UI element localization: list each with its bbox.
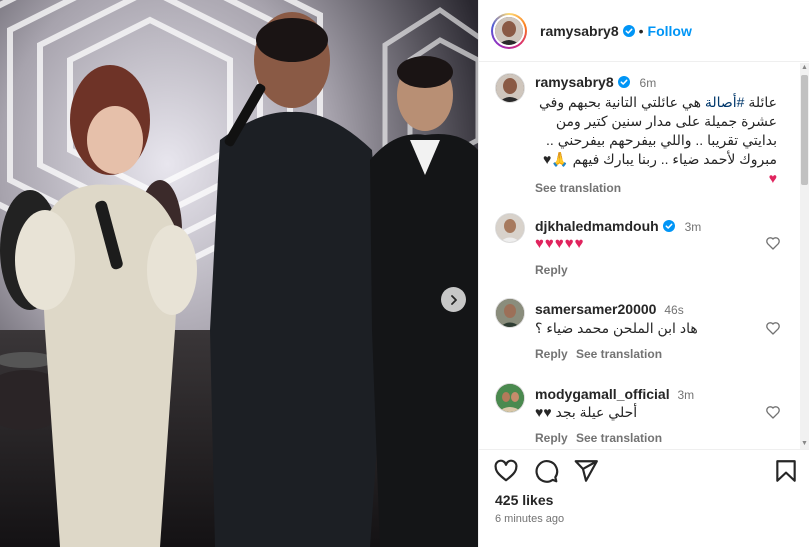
- caption-see-translation[interactable]: See translation: [535, 181, 621, 195]
- verified-badge-icon: [617, 76, 630, 88]
- reply-button[interactable]: Reply: [535, 347, 568, 361]
- comment-time: 3m: [684, 220, 702, 234]
- header-separator: •: [638, 23, 644, 39]
- comments-scrollbar[interactable]: ▲ ▼: [800, 63, 809, 449]
- author-username[interactable]: ramysabry8: [540, 23, 619, 39]
- post-photo: [0, 0, 478, 547]
- see-translation-button[interactable]: See translation: [576, 347, 662, 361]
- comment-icon[interactable]: [533, 458, 559, 484]
- post-side-panel: ramysabry8 • Follow ramysabry8 6m عائلة …: [478, 0, 809, 547]
- comment-text: ♥♥♥♥♥: [535, 235, 585, 252]
- verified-badge-icon: [622, 25, 635, 37]
- comment-like-icon[interactable]: [765, 320, 781, 336]
- caption-hashtag[interactable]: #أصالة: [705, 94, 745, 110]
- share-icon[interactable]: [573, 458, 599, 484]
- likes-count[interactable]: 425 likes: [495, 492, 553, 508]
- comment-time: 3m: [677, 388, 695, 402]
- comments-list[interactable]: ramysabry8 6m عائلة #أصالة هي عائلتي الت…: [479, 63, 809, 449]
- post-header: ramysabry8 • Follow: [479, 0, 809, 62]
- comment-username[interactable]: samersamer20000: [535, 301, 656, 317]
- comment-avatar-photo: [496, 384, 524, 412]
- comment-header: djkhaledmamdouh 3m: [535, 218, 701, 234]
- reply-button[interactable]: Reply: [535, 431, 568, 445]
- caption-time: 6m: [639, 76, 657, 90]
- caption-username[interactable]: ramysabry8: [535, 74, 614, 90]
- caption-line-4: مبروك لأحمد ضياء .. ربنا يبارك فيهم 🙏♥: [542, 151, 777, 167]
- chevron-right-icon: [450, 294, 457, 305]
- comment-header: samersamer20000 46s: [535, 301, 684, 317]
- comment-text: هاد ابن الملحن محمد ضياء ؟: [535, 320, 698, 336]
- caption-line-1: عائلة #أصالة هي عائلتي التانية بحبهم وفي: [509, 93, 777, 112]
- author-avatar[interactable]: [491, 13, 527, 49]
- comment-like-icon[interactable]: [765, 235, 781, 251]
- next-media-button[interactable]: [441, 287, 466, 312]
- comment-avatar[interactable]: [495, 383, 525, 413]
- comment-avatar-photo: [496, 299, 524, 327]
- post-timestamp[interactable]: 6 minutes ago: [495, 513, 564, 525]
- post-header-meta: ramysabry8 • Follow: [540, 23, 692, 39]
- scroll-up-arrow[interactable]: ▲: [801, 64, 808, 72]
- comment-time: 46s: [664, 303, 684, 317]
- comment-header: modygamall_official 3m: [535, 386, 694, 402]
- comment-username[interactable]: djkhaledmamdouh: [535, 218, 659, 234]
- scroll-down-arrow[interactable]: ▼: [801, 440, 808, 448]
- comment-username[interactable]: modygamall_official: [535, 386, 670, 402]
- follow-button[interactable]: Follow: [648, 23, 692, 39]
- reply-button[interactable]: Reply: [535, 263, 568, 277]
- post-media[interactable]: [0, 0, 478, 547]
- caption-header: ramysabry8 6m: [535, 74, 656, 90]
- caption-line-3: بدايتي تقريبا .. واللي بيفرحهم بيفرحني .…: [546, 132, 777, 148]
- caption-line-2: عشرة جميلة على مدار سنين كتير ومن: [555, 113, 777, 129]
- comment-like-icon[interactable]: [765, 404, 781, 420]
- caption-line-1-end: هي عائلتي التانية بحبهم وفي: [538, 94, 701, 110]
- caption-text: عائلة #أصالة هي عائلتي التانية بحبهم وفي…: [509, 93, 777, 188]
- instagram-post-window: ramysabry8 • Follow ramysabry8 6m عائلة …: [0, 0, 809, 547]
- comment-avatar[interactable]: [495, 213, 525, 243]
- scroll-thumb[interactable]: [801, 75, 808, 185]
- bookmark-icon[interactable]: [773, 458, 799, 484]
- see-translation-button[interactable]: See translation: [576, 431, 662, 445]
- avatar-photo: [495, 17, 523, 45]
- comment-avatar[interactable]: [495, 298, 525, 328]
- post-actions: 425 likes 6 minutes ago: [479, 449, 809, 547]
- comment-avatar-photo: [496, 214, 524, 242]
- heart-outline-icon[interactable]: [493, 458, 519, 484]
- verified-badge-icon: [662, 220, 675, 232]
- caption-line-1-start: عائلة: [748, 94, 777, 110]
- comment-text: أحلي عيلة بجد ♥♥: [535, 404, 638, 420]
